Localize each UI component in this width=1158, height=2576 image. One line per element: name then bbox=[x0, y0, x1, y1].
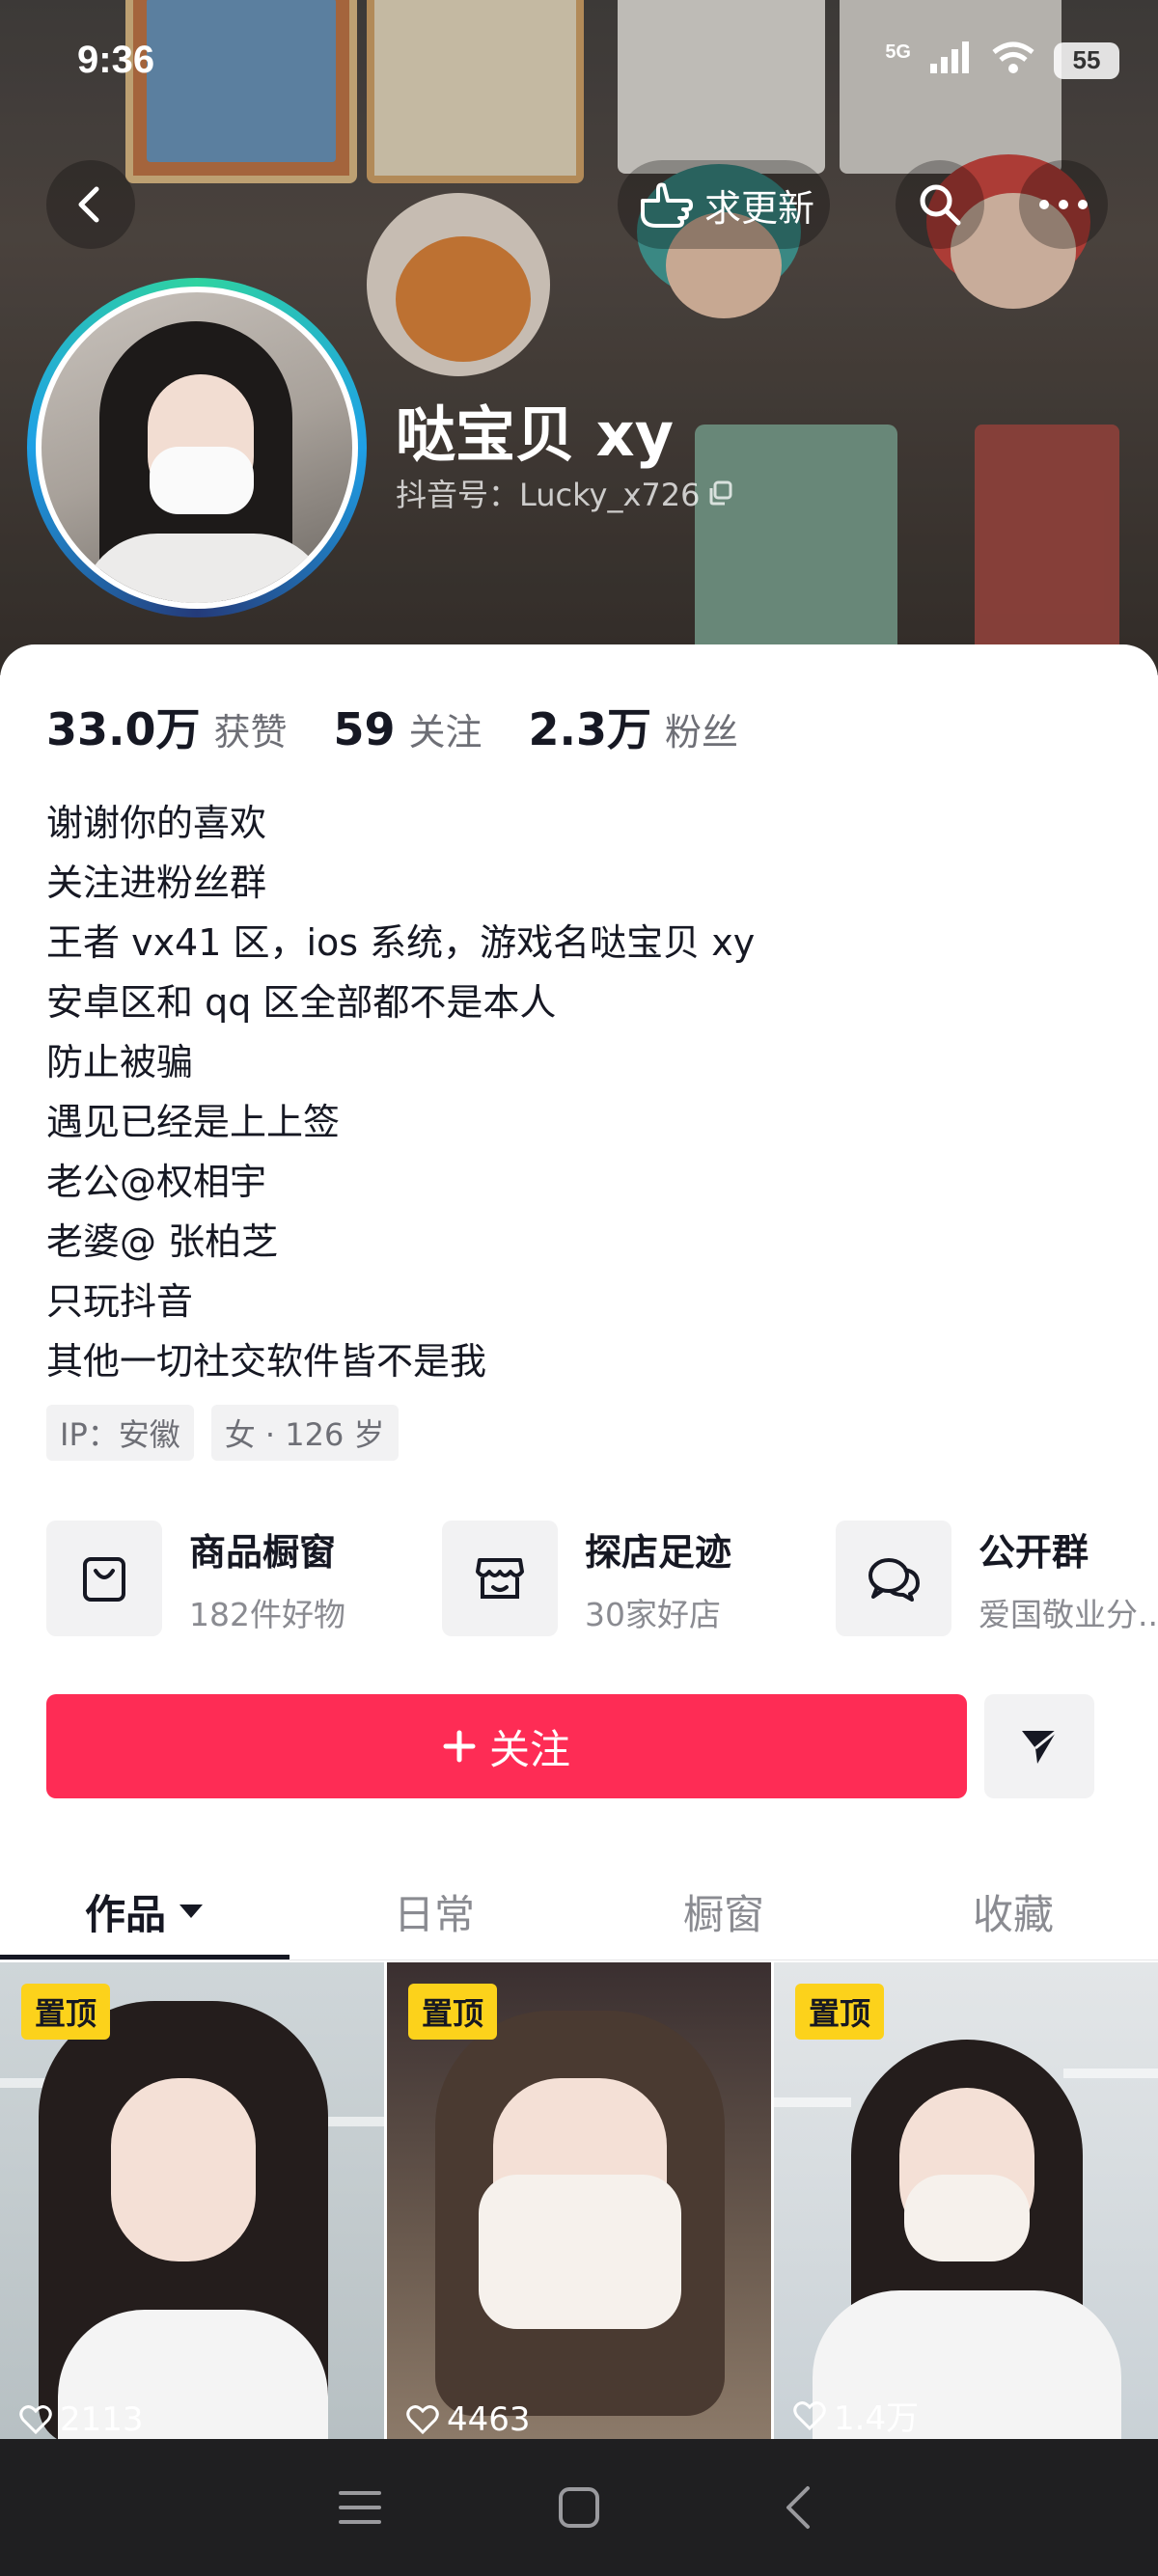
status-time: 9:36 bbox=[77, 39, 155, 81]
shopping-bag-icon bbox=[83, 1557, 125, 1602]
plus-icon bbox=[443, 1730, 476, 1763]
bio-line: 王者 vx41 区，ios 系统，游戏名哒宝贝 xy bbox=[46, 921, 756, 964]
avatar[interactable] bbox=[27, 278, 367, 617]
profile-bio: 谢谢你的喜欢 关注进粉丝群 王者 vx41 区，ios 系统，游戏名哒宝贝 xy… bbox=[46, 793, 755, 1391]
system-navigation-bar bbox=[0, 2439, 1158, 2576]
tab-label: 橱窗 bbox=[682, 1890, 764, 1938]
tab-label: 作品 bbox=[84, 1890, 166, 1938]
bio-line: 老婆@ 张柏芝 bbox=[46, 1220, 279, 1263]
tab-works[interactable]: 作品 bbox=[0, 1862, 290, 1960]
bio-line: 关注进粉丝群 bbox=[46, 862, 267, 904]
request-update-label: 求更新 bbox=[704, 186, 815, 230]
handle-text: 抖音号：Lucky_x726 bbox=[396, 477, 701, 513]
send-icon bbox=[1022, 1729, 1058, 1764]
caret-down-icon bbox=[179, 1905, 203, 1918]
store-icon bbox=[476, 1558, 524, 1599]
profile-handle[interactable]: 抖音号：Lucky_x726 bbox=[396, 471, 733, 515]
follow-label: 关注 bbox=[488, 1725, 570, 1773]
profile-stats: 33.0万 获赞 59 关注 2.3万 粉丝 bbox=[46, 695, 738, 758]
tab-daily[interactable]: 日常 bbox=[290, 1862, 579, 1960]
tab-label: 收藏 bbox=[972, 1890, 1054, 1938]
system-back-button[interactable] bbox=[759, 2469, 837, 2546]
system-home-button[interactable] bbox=[540, 2469, 618, 2546]
stat-label: 获赞 bbox=[213, 711, 288, 754]
feature-entries: 商品橱窗 182件好物 探店足迹 30家好店 公开群 爱国敬业分... bbox=[46, 1521, 1158, 1636]
chevron-left-icon bbox=[78, 186, 99, 223]
ip-location-tag: IP：安徽 bbox=[46, 1405, 194, 1461]
menu-icon bbox=[339, 2491, 382, 2524]
feature-public-group[interactable]: 公开群 爱国敬业分... bbox=[836, 1521, 1158, 1636]
search-icon bbox=[920, 184, 961, 226]
signal-icon bbox=[928, 41, 973, 80]
status-icons: 5G 55 bbox=[885, 41, 1119, 80]
bio-line: 其他一切社交软件皆不是我 bbox=[46, 1340, 487, 1383]
network-type: 5G bbox=[885, 41, 911, 63]
likes-count: 4463 bbox=[447, 2400, 531, 2439]
bio-line: 遇见已经是上上签 bbox=[46, 1101, 341, 1143]
system-menu-button[interactable] bbox=[321, 2469, 399, 2546]
tabs-divider bbox=[0, 1959, 1158, 1960]
likes-count: 2113 bbox=[60, 2400, 144, 2439]
home-square-icon bbox=[558, 2487, 599, 2528]
feature-title: 公开群 bbox=[979, 1530, 1089, 1574]
bio-line: 防止被骗 bbox=[46, 1041, 194, 1083]
video-tile[interactable]: 置顶 2113 bbox=[0, 1962, 384, 2439]
heart-icon bbox=[19, 2405, 52, 2434]
feature-store-visits[interactable]: 探店足迹 30家好店 bbox=[442, 1521, 731, 1636]
stat-value: 33.0万 bbox=[46, 703, 201, 755]
chat-group-icon bbox=[868, 1558, 920, 1602]
profile-name: 哒宝贝 xy bbox=[396, 399, 674, 470]
back-button[interactable] bbox=[46, 160, 135, 249]
bio-line: 老公@权相宇 bbox=[46, 1161, 267, 1203]
more-button[interactable] bbox=[1019, 160, 1108, 249]
search-button[interactable] bbox=[896, 160, 984, 249]
stat-value: 2.3万 bbox=[528, 703, 652, 755]
feature-subtitle: 30家好店 bbox=[585, 1595, 721, 1633]
copy-icon[interactable] bbox=[708, 480, 733, 506]
video-likes: 4463 bbox=[406, 2400, 531, 2439]
feature-title: 探店足迹 bbox=[585, 1530, 732, 1574]
stat-label: 粉丝 bbox=[665, 711, 739, 754]
feature-subtitle: 182件好物 bbox=[189, 1595, 345, 1633]
stat-label: 关注 bbox=[408, 711, 482, 754]
heart-icon bbox=[406, 2405, 439, 2434]
tab-showcase[interactable]: 橱窗 bbox=[579, 1862, 868, 1960]
bio-line: 只玩抖音 bbox=[46, 1280, 194, 1323]
feature-subtitle: 爱国敬业分... bbox=[979, 1595, 1158, 1633]
hand-point-icon bbox=[641, 182, 693, 228]
video-grid: 置顶 2113 置顶 4463 置顶 1.4万 bbox=[0, 1962, 1158, 2439]
video-tile[interactable]: 置顶 4463 bbox=[387, 1962, 771, 2439]
heart-icon bbox=[793, 2400, 826, 2430]
stat-following[interactable]: 59 关注 bbox=[334, 702, 482, 755]
tab-label: 日常 bbox=[393, 1890, 475, 1938]
profile-tags: IP：安徽 女 · 126 岁 bbox=[46, 1405, 399, 1461]
follow-button[interactable]: 关注 bbox=[46, 1694, 967, 1798]
request-update-button[interactable]: 求更新 bbox=[618, 160, 830, 249]
more-dots-icon bbox=[1039, 200, 1088, 209]
stat-value: 59 bbox=[333, 703, 396, 755]
gender-age-tag: 女 · 126 岁 bbox=[210, 1405, 399, 1461]
bio-line: 谢谢你的喜欢 bbox=[46, 802, 267, 844]
pinned-badge: 置顶 bbox=[795, 1984, 885, 2040]
share-button[interactable] bbox=[984, 1694, 1094, 1798]
video-likes: 1.4万 bbox=[793, 2392, 919, 2439]
tab-favorites[interactable]: 收藏 bbox=[868, 1862, 1158, 1960]
video-tile[interactable]: 置顶 1.4万 bbox=[774, 1962, 1158, 2439]
stat-followers[interactable]: 2.3万 粉丝 bbox=[529, 695, 739, 758]
video-likes: 2113 bbox=[19, 2400, 144, 2439]
bio-line: 安卓区和 qq 区全部都不是本人 bbox=[46, 981, 557, 1024]
feature-title: 商品橱窗 bbox=[189, 1530, 337, 1574]
pinned-badge: 置顶 bbox=[21, 1984, 111, 2040]
back-arrow-icon bbox=[786, 2486, 810, 2529]
stat-likes[interactable]: 33.0万 获赞 bbox=[46, 695, 288, 758]
avatar-image bbox=[41, 292, 352, 603]
battery-indicator: 55 bbox=[1054, 41, 1119, 79]
content-tabs: 作品 日常 橱窗 收藏 bbox=[0, 1862, 1158, 1960]
pinned-badge: 置顶 bbox=[408, 1984, 498, 2040]
wifi-icon bbox=[990, 41, 1036, 80]
feature-showcase[interactable]: 商品橱窗 182件好物 bbox=[46, 1521, 345, 1636]
likes-count: 1.4万 bbox=[834, 2399, 920, 2438]
